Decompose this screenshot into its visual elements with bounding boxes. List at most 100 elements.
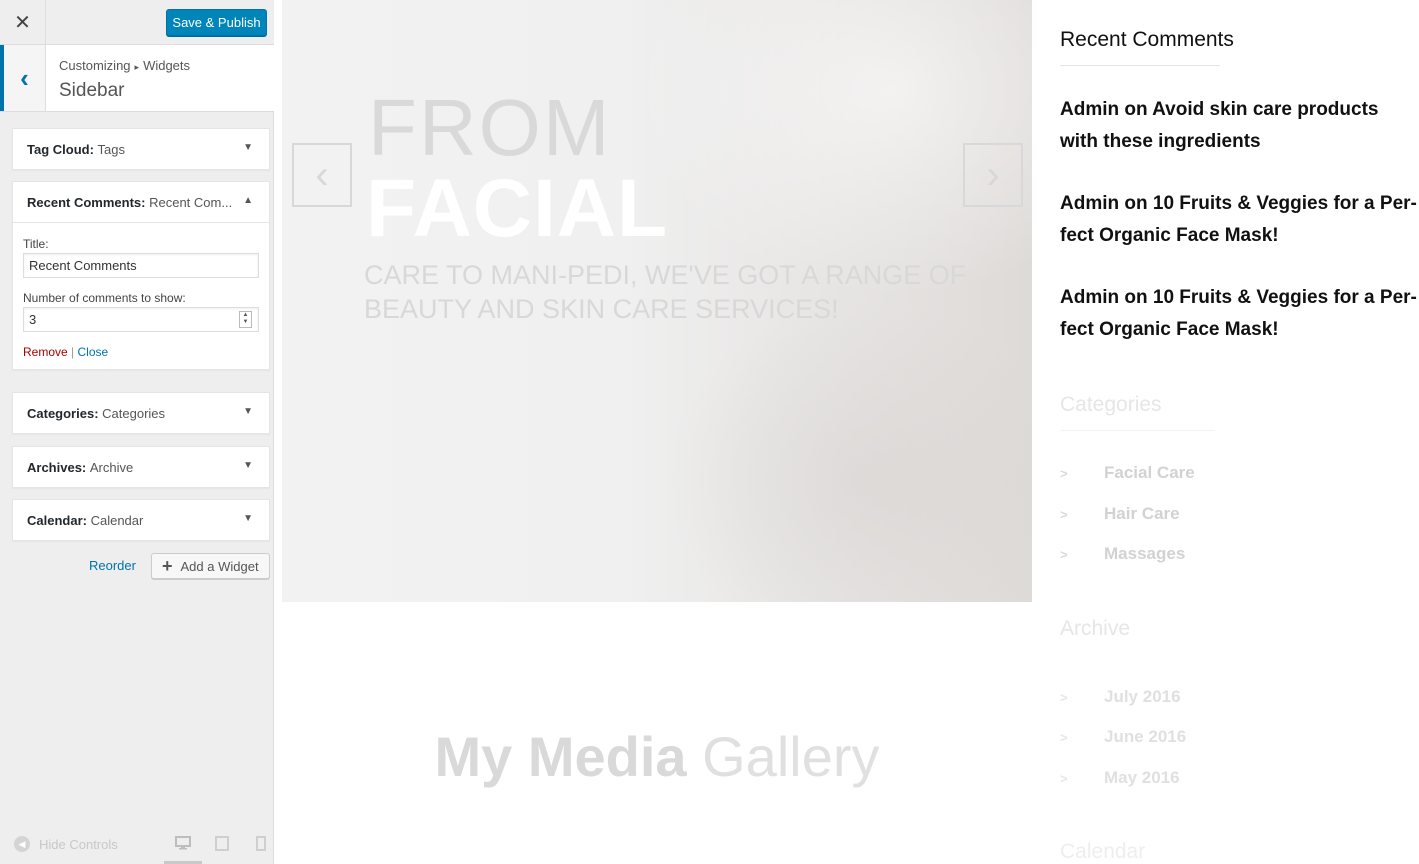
breadcrumb-current: Widgets <box>143 58 191 73</box>
archive-heading: Archive <box>1060 617 1131 640</box>
chevron-right-icon: > <box>1060 689 1068 705</box>
widget-calendar: Calendar: Calendar ▼ <box>12 499 270 541</box>
arrow-right-icon: › <box>986 152 1000 197</box>
widget-archives: Archives: Archive ▼ <box>12 446 270 488</box>
chevron-left-icon: ‹ <box>20 62 29 93</box>
category-label: Massages <box>1104 544 1186 563</box>
slider-next-button[interactable]: › <box>963 143 1023 207</box>
widget-type: Archives <box>27 459 82 475</box>
comment-count-value: 3 <box>29 312 37 327</box>
widget-header-recent-comments[interactable]: Recent Comments: Recent Com... ▲ <box>13 182 269 222</box>
breadcrumb-parent: Customizing <box>59 58 131 73</box>
number-stepper-icon[interactable]: ▲ ▼ <box>239 311 252 328</box>
close-widget-link[interactable]: Close <box>78 345 109 359</box>
widget-header-archives[interactable]: Archives: Archive ▼ <box>13 447 269 487</box>
customizer-footer: ◀ Hide Controls <box>0 824 274 864</box>
comment-link[interactable]: Admin on 10 Fruits & Veggies for a Per-f… <box>1060 282 1419 346</box>
chevron-right-icon: > <box>1060 770 1068 786</box>
plus-icon: + <box>162 556 173 576</box>
count-label: Number of comments to show: <box>23 291 186 305</box>
widget-type: Categories <box>27 405 95 421</box>
category-label: Hair Care <box>1104 504 1180 523</box>
back-button[interactable]: ‹ <box>0 45 46 111</box>
chevron-right-icon: > <box>1060 546 1068 562</box>
widget-header-tag-cloud[interactable]: Tag Cloud: Tags ▼ <box>13 129 269 169</box>
widget-type: Recent Comments <box>27 194 142 210</box>
heading-divider <box>1060 65 1220 66</box>
widget-title: Tags <box>97 141 126 157</box>
category-link[interactable]: > Hair Care <box>1060 504 1180 524</box>
category-link[interactable]: > Massages <box>1060 544 1185 564</box>
heading-divider <box>1060 430 1215 431</box>
expand-arrow-icon[interactable]: ▼ <box>243 406 253 417</box>
archive-label: June 2016 <box>1104 727 1187 746</box>
categories-heading: Categories <box>1060 393 1162 416</box>
arrow-left-icon: ‹ <box>315 152 329 197</box>
widget-title: Categories <box>102 405 166 421</box>
hero-slider: FROM FACIAL CARE TO MANI-PEDI, WE'VE GOT… <box>282 0 1032 602</box>
breadcrumb: Customizing ▸ Widgets <box>59 58 190 73</box>
comment-link[interactable]: Admin on 10 Fruits & Veggies for a Per-f… <box>1060 188 1419 252</box>
widget-categories: Categories: Categories ▼ <box>12 392 270 434</box>
add-widget-label: Add a Widget <box>180 558 259 574</box>
archive-label: May 2016 <box>1104 768 1180 787</box>
archive-label: July 2016 <box>1104 687 1181 706</box>
hero-line-1: FROM <box>368 83 612 172</box>
gallery-title-light: Gallery <box>702 725 880 788</box>
customizer-panel: ✕ Save & Publish ‹ Customizing ▸ Widgets S… <box>0 0 274 864</box>
title-label: Title: <box>23 237 49 251</box>
close-icon: ✕ <box>14 12 31 34</box>
collapse-icon: ◀ <box>14 836 30 852</box>
breadcrumb-separator-icon: ▸ <box>134 62 140 72</box>
section-header: ‹ Customizing ▸ Widgets Sidebar <box>0 45 274 112</box>
close-customizer-button[interactable]: ✕ <box>0 0 46 45</box>
chevron-right-icon: > <box>1060 506 1068 522</box>
hide-controls-label: Hide Controls <box>39 836 118 852</box>
archive-link[interactable]: > May 2016 <box>1060 768 1180 788</box>
widget-title: Archive <box>89 459 134 475</box>
recent-comments-heading: Recent Comments <box>1060 28 1234 51</box>
widget-header-calendar[interactable]: Calendar: Calendar ▼ <box>13 500 269 540</box>
widget-title: Recent Com... <box>149 194 233 210</box>
hero-subtitle: CARE TO MANI-PEDI, WE'VE GOT A RANGE OF … <box>364 260 967 324</box>
hero-line-2: FACIAL <box>366 163 669 254</box>
media-gallery-section: My Media Gallery <box>282 602 1032 864</box>
collapse-arrow-icon[interactable]: ▲ <box>243 195 253 206</box>
widget-tag-cloud: Tag Cloud: Tags ▼ <box>12 128 270 170</box>
customizer-header: ✕ Save & Publish <box>0 0 274 45</box>
save-publish-button[interactable]: Save & Publish <box>166 9 267 36</box>
mobile-preview-icon[interactable] <box>256 836 266 854</box>
model-shadow <box>662 300 1032 602</box>
slider-prev-button[interactable]: ‹ <box>292 143 352 207</box>
widget-header-categories[interactable]: Categories: Categories ▼ <box>13 393 269 433</box>
widget-form: Title: Recent Comments Number of comment… <box>13 222 269 369</box>
chevron-right-icon: > <box>1060 465 1068 481</box>
preview-sidebar: Recent Comments Admin on Avoid skin care… <box>1032 0 1419 864</box>
expand-arrow-icon[interactable]: ▼ <box>243 142 253 153</box>
chevron-right-icon: > <box>1060 729 1068 745</box>
gallery-title-bold: My Media <box>434 725 687 788</box>
category-label: Facial Care <box>1104 463 1195 482</box>
gallery-title: My Media Gallery <box>282 724 1032 789</box>
action-divider: | <box>71 345 75 359</box>
widget-type: Calendar <box>27 512 83 528</box>
remove-widget-link[interactable]: Remove <box>23 345 68 359</box>
desktop-preview-icon[interactable] <box>175 836 191 853</box>
title-input[interactable]: Recent Comments <box>23 253 259 278</box>
archive-link[interactable]: > June 2016 <box>1060 727 1186 747</box>
hide-controls-button[interactable]: ◀ Hide Controls <box>14 836 118 852</box>
expand-arrow-icon[interactable]: ▼ <box>243 460 253 471</box>
widget-title: Calendar <box>90 512 144 528</box>
calendar-heading: Calendar <box>1060 840 1146 863</box>
expand-arrow-icon[interactable]: ▼ <box>243 513 253 524</box>
widget-recent-comments: Recent Comments: Recent Com... ▲ Title: … <box>12 181 270 370</box>
comment-link[interactable]: Admin on Avoid skin care products with t… <box>1060 94 1419 158</box>
widget-type: Tag Cloud <box>27 141 90 157</box>
comment-count-input[interactable]: 3 ▲ ▼ <box>23 307 259 332</box>
archive-link[interactable]: > July 2016 <box>1060 687 1181 707</box>
category-link[interactable]: > Facial Care <box>1060 463 1195 483</box>
add-widget-button[interactable]: + Add a Widget <box>151 553 270 579</box>
reorder-link[interactable]: Reorder <box>89 558 136 573</box>
tablet-preview-icon[interactable] <box>215 836 229 854</box>
section-title: Sidebar <box>59 80 125 101</box>
